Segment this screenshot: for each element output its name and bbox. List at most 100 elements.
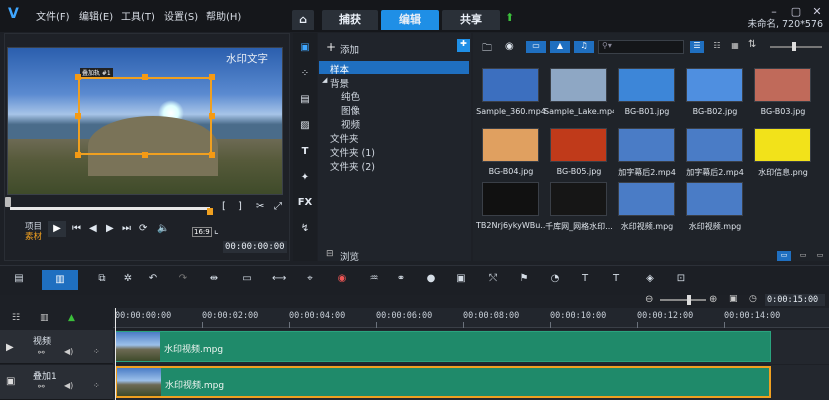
tree-expand-icon[interactable]: ◢: [322, 76, 327, 84]
link-icon[interactable]: ⚯: [38, 382, 45, 391]
overlay-icon[interactable]: ✦: [297, 172, 313, 186]
browse-label[interactable]: 浏览: [340, 249, 359, 263]
thumb-size-slider[interactable]: [770, 46, 822, 48]
record-icon[interactable]: ◉: [335, 273, 349, 287]
cut-icon[interactable]: ✂: [256, 201, 264, 212]
pin-icon[interactable]: ✚: [457, 39, 470, 52]
undo-icon[interactable]: ↶: [146, 273, 160, 287]
project-duration[interactable]: 0:00:15:00: [765, 294, 825, 306]
preview-timecode[interactable]: 00:00:00:00: [223, 241, 287, 253]
zoom-out-icon[interactable]: ⊖: [645, 294, 653, 305]
library-thumbnail[interactable]: [618, 128, 675, 162]
library-thumbnail[interactable]: [686, 128, 743, 162]
subtitle-icon[interactable]: ▣: [454, 273, 468, 287]
mark-in-icon[interactable]: [: [222, 201, 226, 212]
capture-icon[interactable]: ◉: [505, 41, 514, 52]
tree-item-video[interactable]: 视频: [341, 117, 360, 131]
mask-icon[interactable]: ◈: [643, 273, 657, 287]
mute-icon[interactable]: ◀): [64, 347, 73, 356]
pan-zoom-icon[interactable]: ⌖: [303, 273, 317, 287]
library-item-label[interactable]: Sample_360.mp4: [476, 107, 546, 116]
resize-handle[interactable]: [142, 74, 148, 80]
speed-icon[interactable]: ◔: [548, 273, 562, 287]
library-thumbnail[interactable]: [754, 68, 811, 102]
graphics-icon[interactable]: ▨: [297, 120, 313, 134]
copy-icon[interactable]: ⧉: [95, 273, 109, 287]
library-thumbnail[interactable]: [686, 182, 743, 216]
fit-icon[interactable]: ⟷: [272, 273, 286, 287]
mark-out-icon[interactable]: ]: [238, 201, 242, 212]
go-end-icon[interactable]: ⏭: [122, 223, 131, 234]
volume-icon[interactable]: 🔈: [157, 223, 169, 234]
library-item-label[interactable]: 水印视频.mpg: [680, 221, 750, 232]
menu-file[interactable]: 文件(F): [36, 8, 70, 23]
magic-tool-icon[interactable]: ✲: [121, 273, 135, 287]
library-item-label[interactable]: 水印视频.mpg: [612, 221, 682, 232]
crop-icon[interactable]: ⌞: [214, 225, 219, 236]
sort-icon[interactable]: ⇅: [748, 39, 756, 50]
resize-handle[interactable]: [75, 74, 81, 80]
library-thumbnail[interactable]: [550, 128, 607, 162]
home-icon[interactable]: ⌂: [292, 10, 314, 30]
resize-handle[interactable]: [75, 113, 81, 119]
tab-share[interactable]: 共享: [442, 10, 500, 30]
color-icon[interactable]: ●: [424, 273, 438, 287]
mode-clip[interactable]: 素材: [25, 230, 42, 242]
add-folder-label[interactable]: 添加: [340, 42, 359, 56]
library-item-label[interactable]: 加字幕后2.mp4: [612, 167, 682, 178]
menu-settings[interactable]: 设置(S): [164, 8, 198, 23]
repeat-icon[interactable]: ⟳: [139, 223, 147, 234]
track-grid-icon[interactable]: ⁘: [93, 347, 100, 356]
library-item-label[interactable]: Sample_Lake.mp4: [544, 107, 614, 116]
library-thumbnail[interactable]: [686, 68, 743, 102]
menu-help[interactable]: 帮助(H): [206, 8, 241, 23]
go-start-icon[interactable]: ⏮: [72, 223, 81, 234]
chapter-icon[interactable]: ▥: [40, 313, 49, 323]
scrubber-handle[interactable]: [5, 197, 11, 207]
track-motion-icon[interactable]: ⚑: [517, 273, 531, 287]
zoom-handle[interactable]: [687, 295, 691, 305]
filter-video-icon[interactable]: ▭: [526, 41, 546, 53]
storyboard-view-icon[interactable]: ▤: [12, 273, 26, 287]
add-icon[interactable]: +: [326, 40, 336, 54]
library-thumbnail[interactable]: [482, 128, 539, 162]
library-item-label[interactable]: 千库网_网格水印...: [544, 221, 614, 232]
prev-frame-icon[interactable]: ◀: [89, 223, 97, 234]
library-item-label[interactable]: BG-B02.jpg: [680, 107, 750, 116]
library-view-b-icon[interactable]: ▭: [796, 251, 810, 261]
library-item-label[interactable]: BG-B03.jpg: [748, 107, 818, 116]
tab-edit[interactable]: 编辑: [381, 10, 439, 30]
menu-tools[interactable]: 工具(T): [121, 8, 155, 23]
tree-item-folder[interactable]: 文件夹: [330, 131, 359, 145]
library-thumbnail[interactable]: [754, 128, 811, 162]
grid-view-icon[interactable]: ▦: [728, 41, 742, 53]
resize-handle[interactable]: [209, 74, 215, 80]
play-button[interactable]: ▶: [48, 221, 66, 237]
timeline-view-button[interactable]: ▥: [42, 270, 78, 290]
fx-icon[interactable]: FX: [297, 197, 313, 211]
filter-audio-icon[interactable]: ♫: [574, 41, 594, 53]
library-thumbnail[interactable]: [618, 68, 675, 102]
text-icon[interactable]: T: [578, 273, 592, 287]
tree-item-folder-2[interactable]: 文件夹 (2): [330, 159, 375, 173]
tree-item-background[interactable]: 背景: [330, 76, 349, 90]
motion-icon[interactable]: ⤲: [486, 273, 500, 287]
track-grid-icon[interactable]: ⁘: [93, 381, 100, 390]
aspect-ratio-badge[interactable]: 16:9: [192, 227, 212, 237]
tree-item-solid[interactable]: 纯色: [341, 89, 360, 103]
transition-icon[interactable]: ⁘: [297, 68, 313, 82]
library-view-c-icon[interactable]: ▭: [813, 251, 827, 261]
library-thumbnail[interactable]: [482, 182, 539, 216]
detail-view-icon[interactable]: ☷: [710, 41, 724, 53]
library-thumbnail[interactable]: [482, 68, 539, 102]
resize-handle[interactable]: [209, 113, 215, 119]
audio-icon[interactable]: ♒: [367, 273, 381, 287]
trim-end-marker[interactable]: [207, 208, 213, 215]
zoom-in-icon[interactable]: ⊕: [709, 294, 717, 305]
title-icon[interactable]: T: [297, 146, 313, 160]
library-thumbnail[interactable]: [550, 182, 607, 216]
fit-project-icon[interactable]: ▣: [729, 294, 738, 304]
effects-icon[interactable]: ▤: [297, 94, 313, 108]
redo-icon[interactable]: ↷: [176, 273, 190, 287]
library-item-label[interactable]: BG-B01.jpg: [612, 107, 682, 116]
